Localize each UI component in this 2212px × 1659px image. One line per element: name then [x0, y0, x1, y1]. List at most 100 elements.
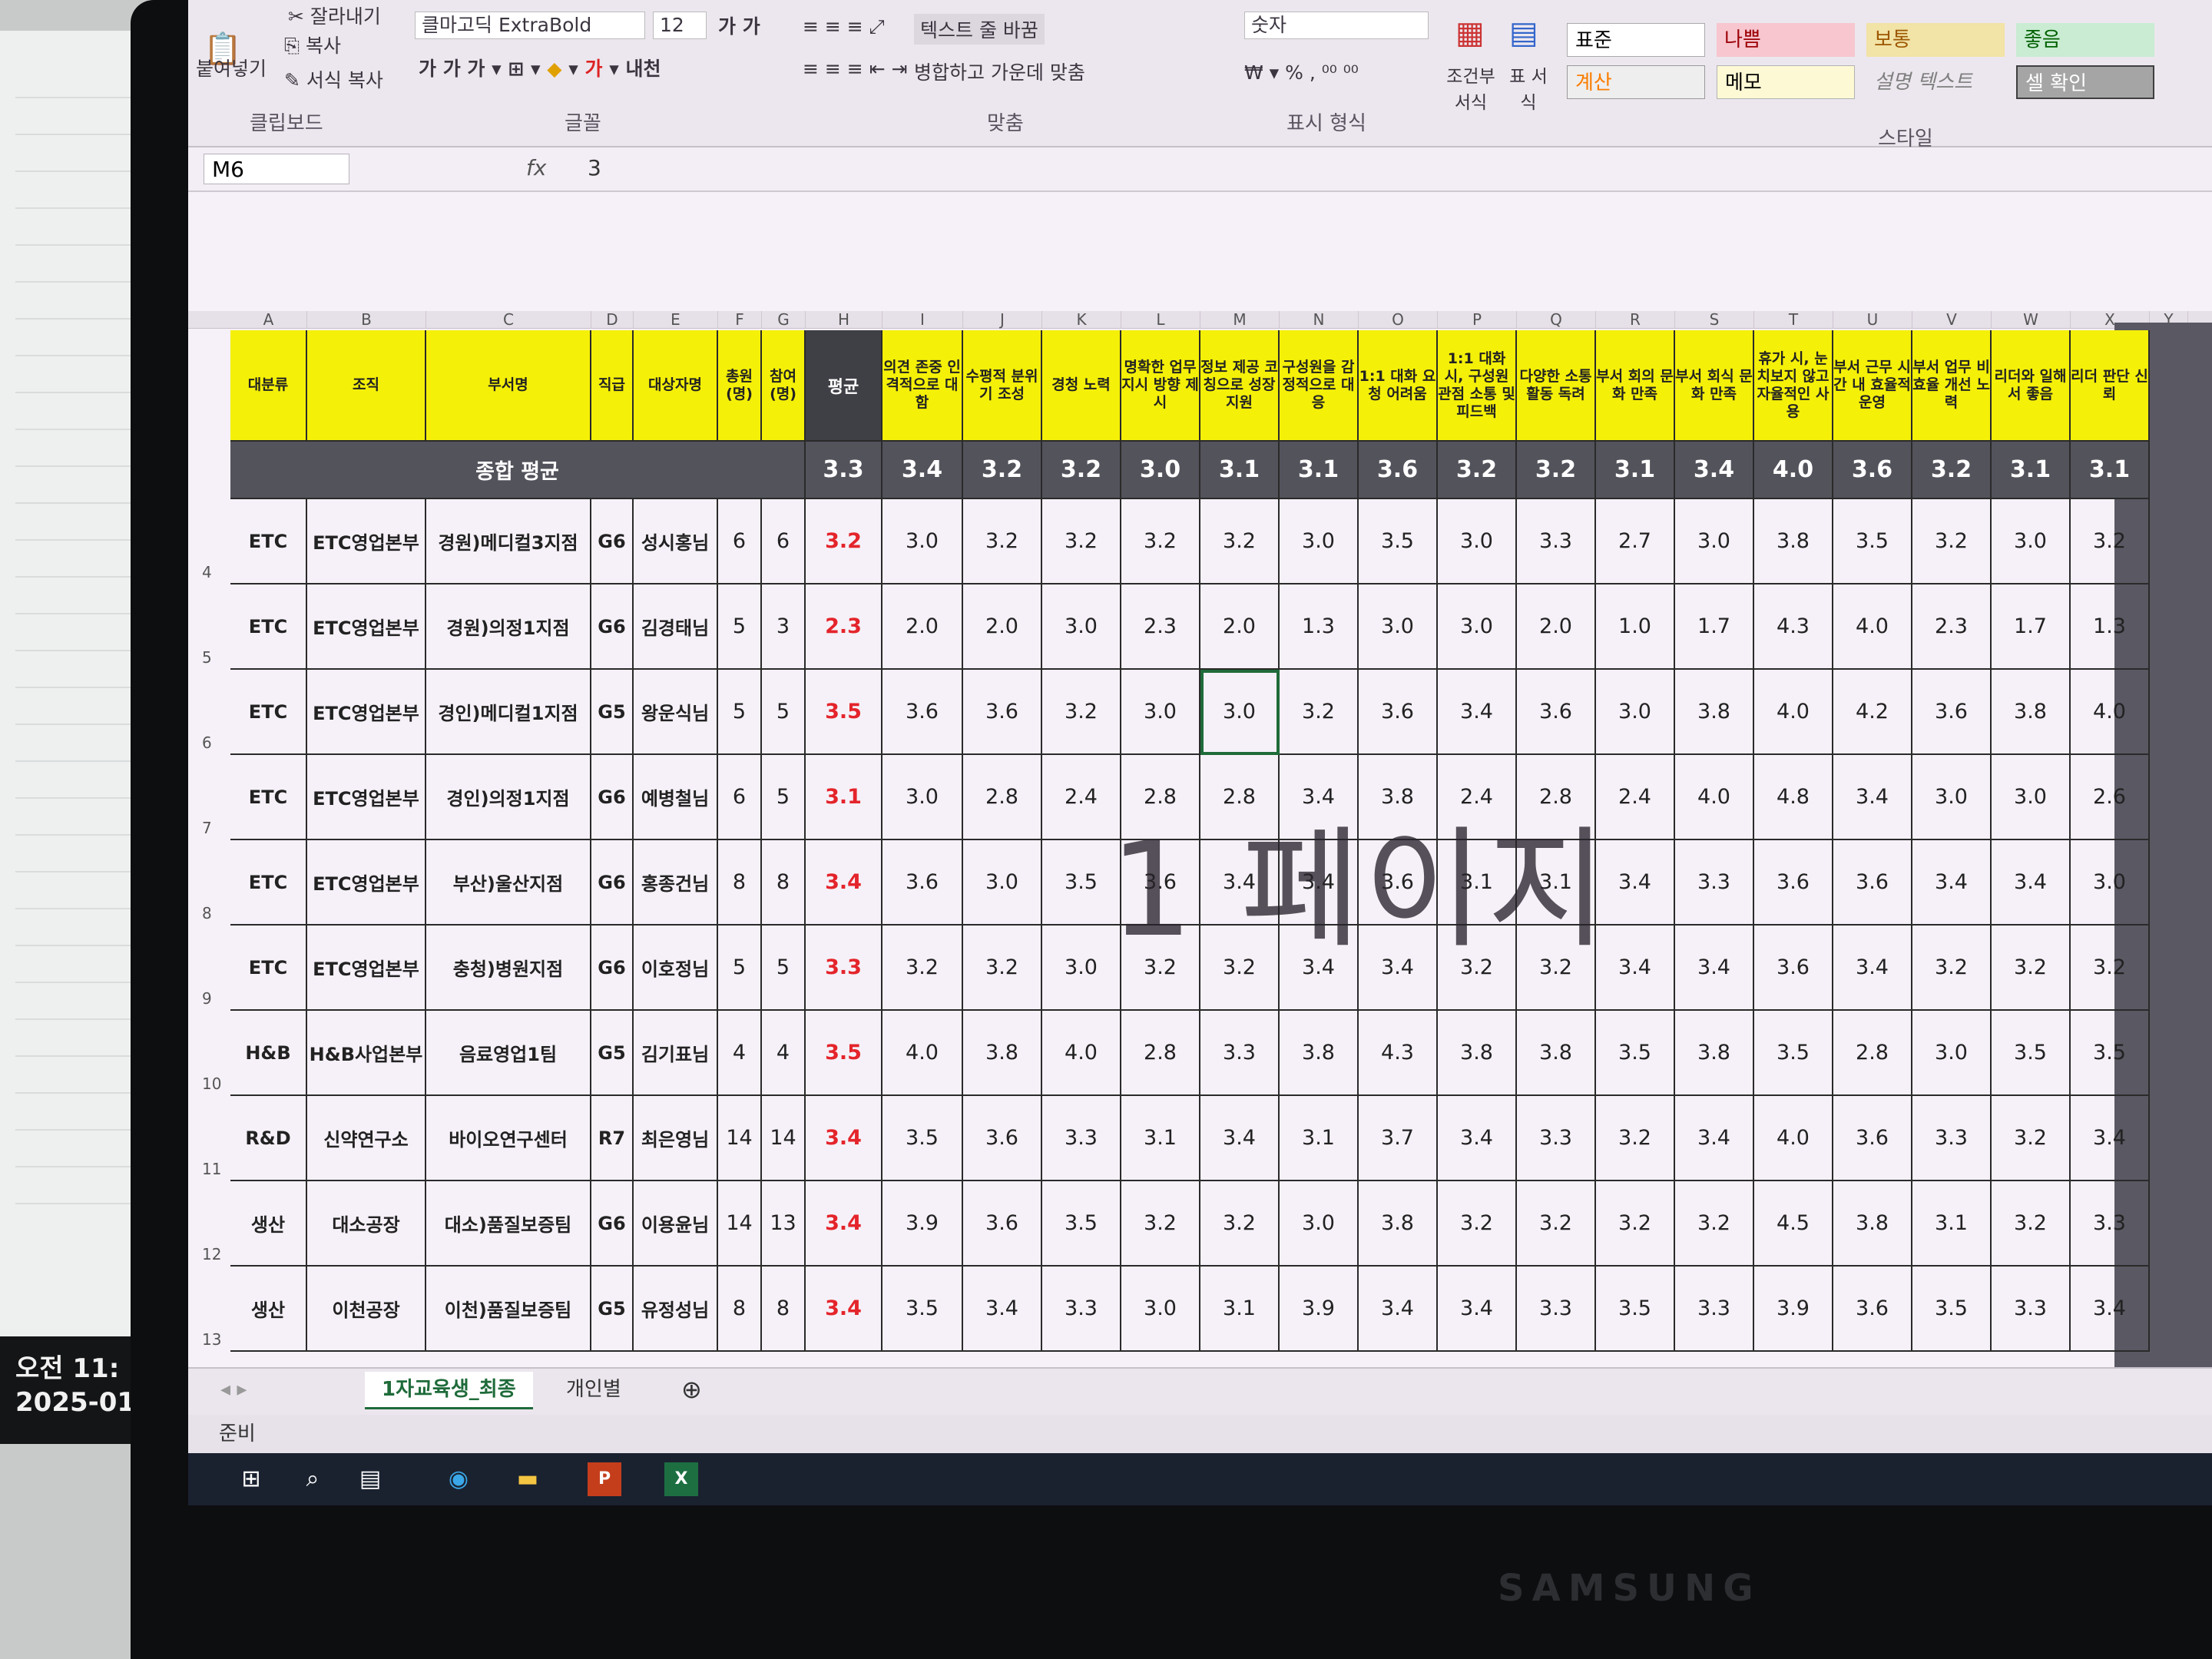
- column-header-b[interactable]: B: [307, 311, 426, 328]
- row-number[interactable]: 13: [202, 1330, 221, 1349]
- score-cell[interactable]: 2.0: [963, 584, 1042, 670]
- score-cell[interactable]: 3.4: [1912, 840, 1992, 926]
- total-average-cell[interactable]: 3.2: [1438, 442, 1517, 499]
- score-cell[interactable]: 3.5: [882, 1267, 963, 1352]
- score-cell[interactable]: 3.9: [882, 1181, 963, 1267]
- score-cell[interactable]: 4.3: [1359, 1011, 1438, 1096]
- data-cell[interactable]: 5: [718, 926, 762, 1011]
- average-cell[interactable]: 3.1: [806, 755, 882, 840]
- format-painter-button[interactable]: ✎ 서식 복사: [284, 65, 383, 93]
- fx-icon[interactable]: fx: [526, 155, 546, 180]
- style-bad[interactable]: 나쁨: [1717, 23, 1855, 57]
- row-number[interactable]: 5: [202, 648, 212, 667]
- data-cell[interactable]: ETC영업본부: [307, 840, 426, 926]
- column-header-i[interactable]: I: [882, 311, 963, 328]
- data-cell[interactable]: 8: [762, 840, 806, 926]
- column-header-cell[interactable]: 조직: [307, 330, 426, 442]
- score-cell[interactable]: 3.5: [1596, 1011, 1675, 1096]
- column-header-e[interactable]: E: [634, 311, 718, 328]
- score-cell[interactable]: 3.3: [1042, 1267, 1121, 1352]
- row-number[interactable]: 11: [202, 1160, 221, 1178]
- score-cell[interactable]: 3.2: [1121, 499, 1200, 584]
- column-header-m[interactable]: M: [1200, 311, 1280, 328]
- data-cell[interactable]: 5: [762, 926, 806, 1011]
- column-header-cell[interactable]: 명확한 업무 지시 방향 제시: [1121, 330, 1200, 442]
- score-cell[interactable]: 3.2: [1438, 1181, 1517, 1267]
- total-average-cell[interactable]: 3.4: [882, 442, 963, 499]
- score-cell[interactable]: 3.2: [1042, 499, 1121, 584]
- score-cell[interactable]: 3.8: [1517, 1011, 1596, 1096]
- column-header-cell[interactable]: 수평적 분위기 조성: [963, 330, 1042, 442]
- data-cell[interactable]: 생산: [230, 1181, 307, 1267]
- search-icon[interactable]: ⌕: [296, 1462, 329, 1496]
- data-cell[interactable]: 8: [718, 1267, 762, 1352]
- column-header-p[interactable]: P: [1438, 311, 1517, 328]
- score-cell[interactable]: 3.1: [1121, 1096, 1200, 1181]
- average-cell[interactable]: 3.4: [806, 1181, 882, 1267]
- score-cell[interactable]: 3.0: [1121, 670, 1200, 755]
- score-cell[interactable]: 3.3: [2071, 1181, 2150, 1267]
- score-cell[interactable]: 4.0: [1754, 670, 1833, 755]
- score-cell[interactable]: 3.6: [963, 1096, 1042, 1181]
- total-average-cell[interactable]: 3.1: [1992, 442, 2071, 499]
- data-cell[interactable]: 이천)품질보증팀: [426, 1267, 591, 1352]
- average-cell[interactable]: 2.3: [806, 584, 882, 670]
- data-cell[interactable]: ETC: [230, 926, 307, 1011]
- column-header-cell[interactable]: 부서명: [426, 330, 591, 442]
- score-cell[interactable]: 3.2: [1517, 1181, 1596, 1267]
- total-average-cell[interactable]: 3.6: [1833, 442, 1912, 499]
- data-cell[interactable]: 4: [762, 1011, 806, 1096]
- column-header-cell[interactable]: 참여 (명): [762, 330, 806, 442]
- score-cell[interactable]: 3.3: [1992, 1267, 2071, 1352]
- score-cell[interactable]: 3.0: [1121, 1267, 1200, 1352]
- score-cell[interactable]: 3.2: [1992, 1096, 2071, 1181]
- data-cell[interactable]: G6: [591, 840, 634, 926]
- score-cell[interactable]: 3.0: [1675, 499, 1754, 584]
- score-cell[interactable]: 3.0: [882, 499, 963, 584]
- column-header-v[interactable]: V: [1912, 311, 1992, 328]
- score-cell[interactable]: 3.4: [1200, 1096, 1280, 1181]
- column-header-w[interactable]: W: [1992, 311, 2071, 328]
- formula-input[interactable]: 3: [588, 155, 601, 180]
- column-header-t[interactable]: T: [1754, 311, 1833, 328]
- total-average-cell[interactable]: 3.3: [806, 442, 882, 499]
- score-cell[interactable]: 3.2: [1200, 499, 1280, 584]
- row-number[interactable]: 9: [202, 989, 212, 1008]
- data-cell[interactable]: 홍종건님: [634, 840, 718, 926]
- data-cell[interactable]: 3: [762, 584, 806, 670]
- data-cell[interactable]: ETC영업본부: [307, 499, 426, 584]
- data-cell[interactable]: 5: [718, 670, 762, 755]
- score-cell[interactable]: 3.2: [1912, 926, 1992, 1011]
- data-cell[interactable]: 8: [718, 840, 762, 926]
- data-cell[interactable]: ETC영업본부: [307, 926, 426, 1011]
- score-cell[interactable]: 3.2: [963, 499, 1042, 584]
- data-cell[interactable]: R7: [591, 1096, 634, 1181]
- cut-button[interactable]: ✂ 잘라내기: [288, 2, 381, 29]
- column-header-cell[interactable]: 1:1 대화 요청 어려움: [1359, 330, 1438, 442]
- column-header-cell[interactable]: 직급: [591, 330, 634, 442]
- data-cell[interactable]: 14: [762, 1096, 806, 1181]
- data-cell[interactable]: ETC영업본부: [307, 755, 426, 840]
- score-cell[interactable]: 3.4: [1833, 755, 1912, 840]
- score-cell[interactable]: 3.2: [1121, 1181, 1200, 1267]
- score-cell[interactable]: 3.1: [1912, 1181, 1992, 1267]
- score-cell[interactable]: 3.6: [1754, 926, 1833, 1011]
- score-cell[interactable]: 3.2: [1280, 670, 1359, 755]
- style-good[interactable]: 좋음: [2016, 23, 2154, 57]
- data-cell[interactable]: 김기표님: [634, 1011, 718, 1096]
- score-cell[interactable]: 2.3: [1912, 584, 1992, 670]
- bold-italic-underline-icons[interactable]: 가 가 가 ▾ ⊞ ▾ ◆ ▾ 가 ▾ 내천: [419, 54, 661, 81]
- score-cell[interactable]: 3.8: [963, 1011, 1042, 1096]
- conditional-format-button[interactable]: 조건부 서식: [1444, 61, 1498, 114]
- score-cell[interactable]: 3.4: [1438, 1096, 1517, 1181]
- data-cell[interactable]: 14: [718, 1181, 762, 1267]
- data-cell[interactable]: 음료영업1팀: [426, 1011, 591, 1096]
- row-number[interactable]: 10: [202, 1075, 221, 1093]
- score-cell[interactable]: 4.0: [1754, 1096, 1833, 1181]
- data-cell[interactable]: 4: [718, 1011, 762, 1096]
- data-cell[interactable]: 6: [718, 499, 762, 584]
- score-cell[interactable]: 2.7: [1596, 499, 1675, 584]
- score-cell[interactable]: 4.3: [1754, 584, 1833, 670]
- score-cell[interactable]: 3.4: [963, 1267, 1042, 1352]
- column-header-cell[interactable]: 의견 존중 인격적으로 대함: [882, 330, 963, 442]
